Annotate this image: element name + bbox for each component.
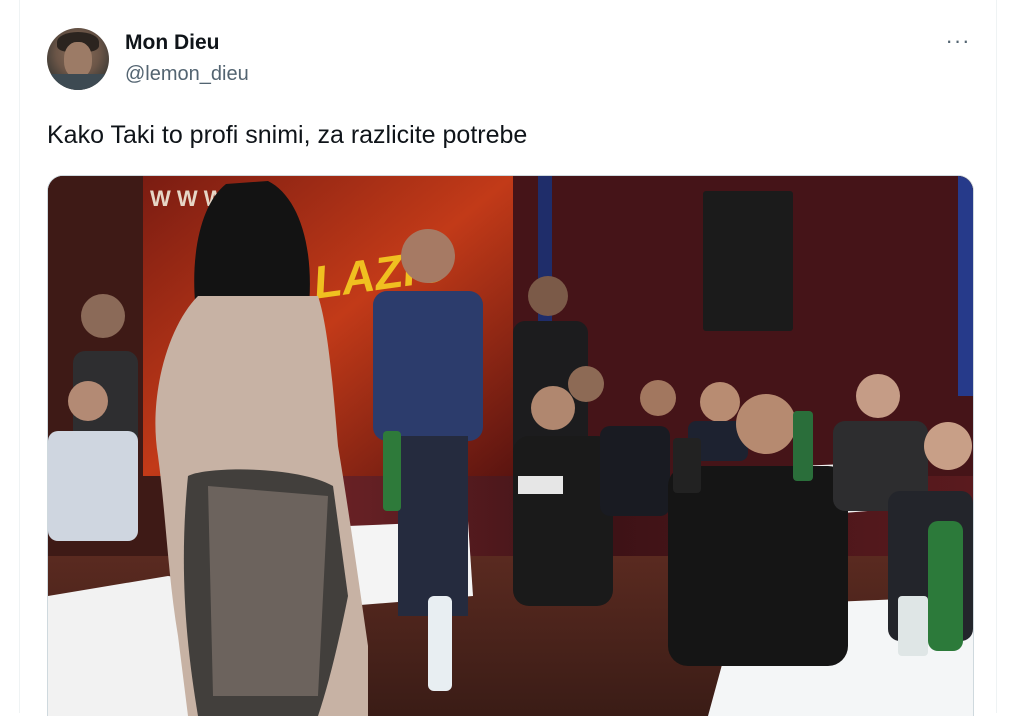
timeline-right-border (996, 0, 997, 713)
tweet-text: Kako Taki to profi snimi, za razlicite p… (47, 121, 528, 149)
author-name[interactable]: Mon Dieu (125, 31, 220, 55)
video-frame: W W W LAZIĆ (48, 176, 973, 716)
tweet[interactable]: Mon Dieu @lemon_dieu ··· Kako Taki to pr… (20, 0, 996, 716)
tweet-video[interactable]: W W W LAZIĆ (47, 175, 974, 716)
author-handle[interactable]: @lemon_dieu (125, 63, 249, 86)
avatar[interactable] (47, 28, 109, 90)
more-options-icon[interactable]: ··· (943, 29, 973, 59)
